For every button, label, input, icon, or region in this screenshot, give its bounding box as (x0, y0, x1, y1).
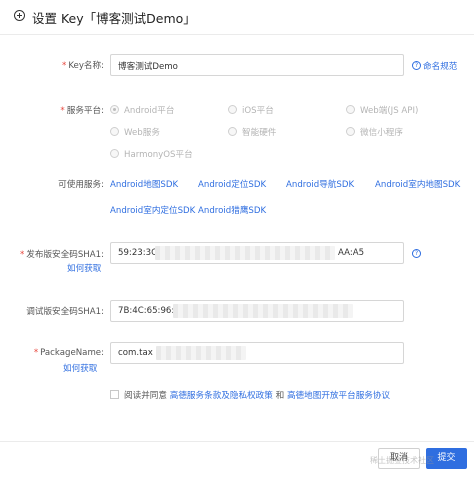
agreement-text: 阅读并同意 高德服务条款及隐私权政策 和 高德地图开放平台服务协议 (124, 391, 391, 401)
radio-smart-hardware[interactable]: 智能硬件 (228, 126, 276, 138)
radio-dot (346, 105, 355, 114)
dialog-header: 设置 Key「博客测试Demo」 (0, 0, 474, 35)
radio-android[interactable]: Android平台 (110, 104, 174, 116)
platform-label: * 服务平台: (60, 106, 104, 116)
radio-wechat-miniprogram[interactable]: 微信小程序 (346, 126, 403, 138)
radio-dot (228, 127, 237, 136)
radio-web-js[interactable]: Web端(JS API) (346, 104, 418, 116)
agreement-checkbox[interactable] (110, 390, 119, 399)
release-sha1-input[interactable]: 59:23:3C AA:A5 (110, 242, 404, 264)
radio-dot (110, 105, 119, 114)
key-name-label: * Key名称: (62, 61, 104, 71)
help-icon[interactable]: ? (412, 249, 421, 258)
services-label: 可使用服务: (58, 180, 104, 190)
service-android-indoor-map-sdk[interactable]: Android室内地图SDK (375, 178, 460, 190)
redacted-blur (155, 246, 335, 260)
debug-sha1-label: 调试版安全码SHA1: (26, 307, 104, 317)
radio-harmonyos[interactable]: HarmonyOS平台 (110, 148, 193, 160)
help-icon[interactable]: ? (412, 61, 421, 70)
redacted-blur (156, 346, 246, 360)
service-android-navi-sdk[interactable]: Android导航SDK (286, 178, 354, 190)
terms-privacy-link[interactable]: 高德服务条款及隐私权政策 (170, 391, 273, 401)
release-sha1-label: * 发布版安全码SHA1: (19, 250, 104, 260)
service-android-location-sdk[interactable]: Android定位SDK (198, 178, 266, 190)
platform-agreement-link[interactable]: 高德地图开放平台服务协议 (287, 391, 390, 401)
package-name-input[interactable]: com.tax (110, 342, 404, 364)
package-name-label: * PackageName: (33, 348, 104, 358)
radio-dot (110, 127, 119, 136)
radio-dot (228, 105, 237, 114)
release-sha1-howto-link[interactable]: 如何获取 (67, 262, 101, 274)
add-circle-icon (14, 10, 25, 21)
service-android-falcon-sdk[interactable]: Android猎鹰SDK (198, 204, 266, 216)
set-key-dialog: 设置 Key「博客测试Demo」 * Key名称: 博客测试Demo ? 命名规范… (0, 0, 474, 477)
naming-rules-link[interactable]: 命名规范 (423, 60, 457, 72)
service-android-indoor-location-sdk[interactable]: Android室内定位SDK (110, 204, 195, 216)
package-howto-link[interactable]: 如何获取 (63, 362, 97, 374)
dialog-title: 设置 Key「博客测试Demo」 (32, 11, 196, 26)
radio-ios[interactable]: iOS平台 (228, 104, 274, 116)
service-android-map-sdk[interactable]: Android地图SDK (110, 178, 178, 190)
radio-dot (346, 127, 355, 136)
key-name-input[interactable]: 博客测试Demo (110, 54, 404, 76)
debug-sha1-input[interactable]: 7B:4C:65:96:1 (110, 300, 404, 322)
radio-web-service[interactable]: Web服务 (110, 126, 160, 138)
radio-dot (110, 149, 119, 158)
watermark: 稀土掘金技术社区 (370, 456, 434, 465)
redacted-blur (173, 304, 353, 318)
